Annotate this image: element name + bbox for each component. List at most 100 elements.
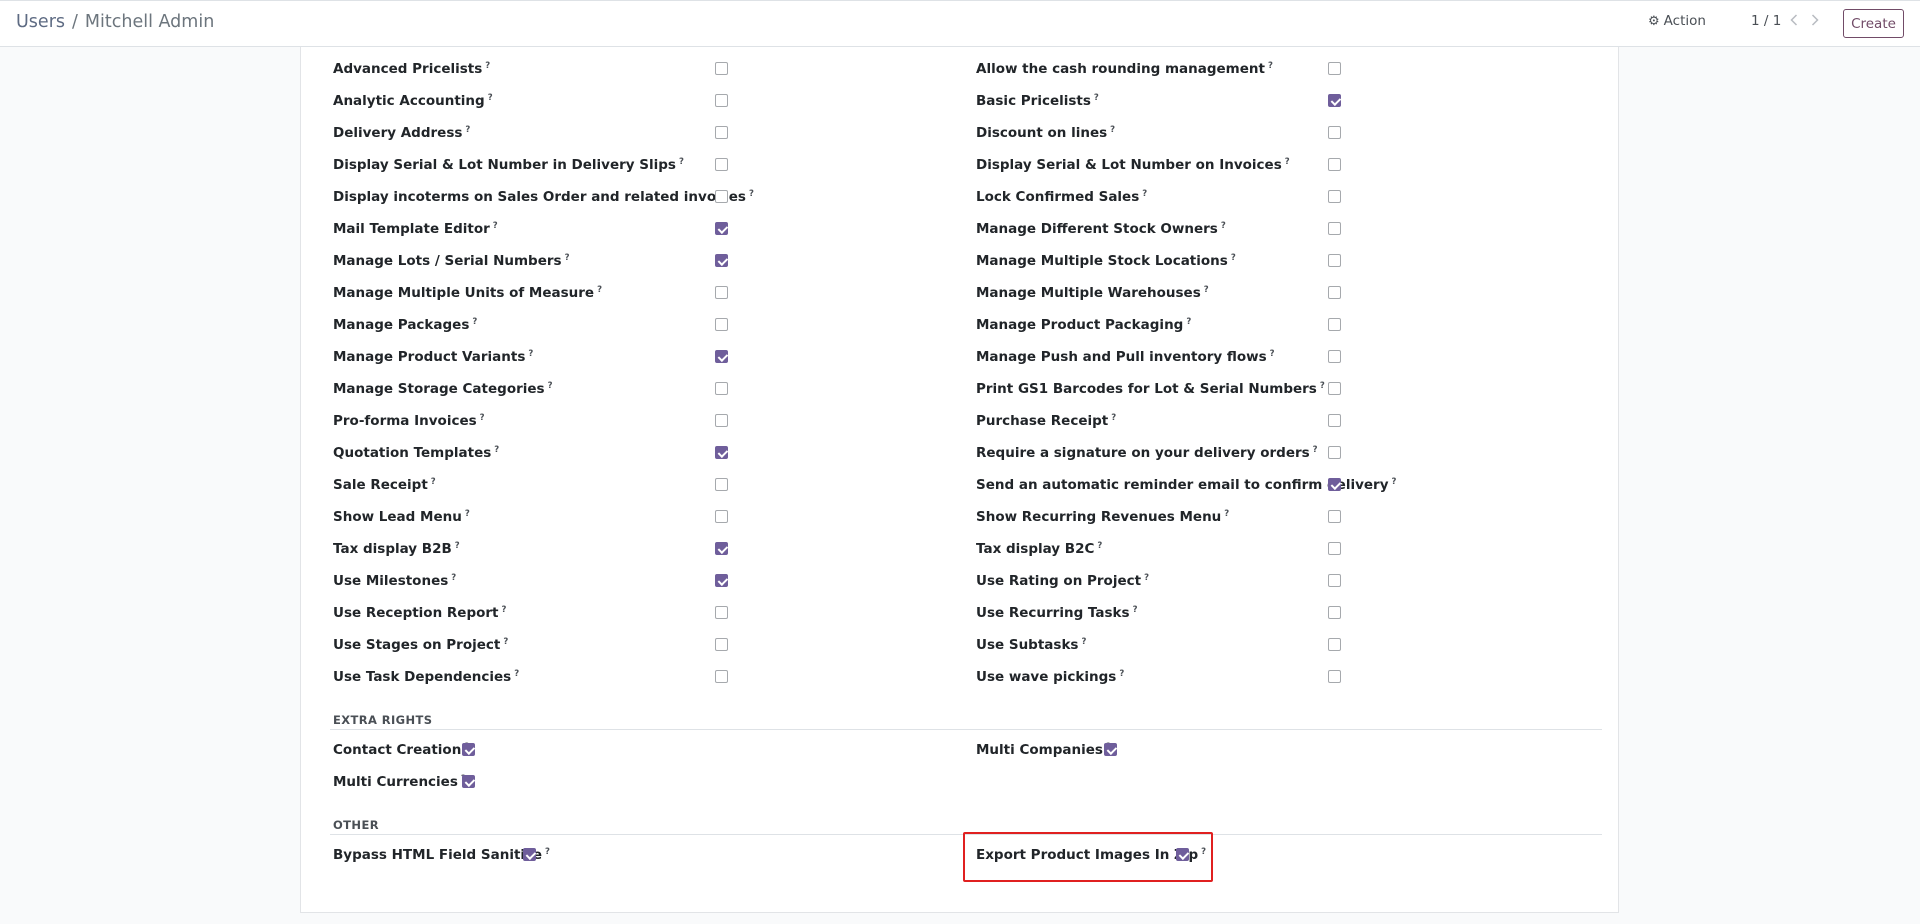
checkbox-manage-lots-serial-numbers[interactable] <box>715 254 728 267</box>
help-tooltip-icon[interactable]: ? <box>528 349 533 359</box>
checkbox-purchase-receipt[interactable] <box>1328 414 1341 427</box>
checkbox-use-reception-report[interactable] <box>715 606 728 619</box>
checkbox-manage-packages[interactable] <box>715 318 728 331</box>
help-tooltip-icon[interactable]: ? <box>431 477 436 487</box>
help-tooltip-icon[interactable]: ? <box>494 445 499 455</box>
checkbox-mail-template-editor[interactable] <box>715 222 728 235</box>
help-tooltip-icon[interactable]: ? <box>514 669 519 679</box>
checkbox-require-a-signature-on-your-delivery-orders[interactable] <box>1328 446 1341 459</box>
checkbox-use-stages-on-project[interactable] <box>715 638 728 651</box>
checkbox-manage-multiple-units-of-measure[interactable] <box>715 286 728 299</box>
pager-previous-button[interactable] <box>1786 10 1802 30</box>
checkbox-analytic-accounting[interactable] <box>715 94 728 107</box>
help-tooltip-icon[interactable]: ? <box>1110 125 1115 135</box>
help-tooltip-icon[interactable]: ? <box>1133 605 1138 615</box>
checkbox-multi-companies[interactable] <box>1104 743 1117 756</box>
field-label-text: Manage Lots / Serial Numbers <box>333 253 562 269</box>
checkbox-discount-on-lines[interactable] <box>1328 126 1341 139</box>
help-tooltip-icon[interactable]: ? <box>1231 253 1236 263</box>
checkbox-tax-display-b2c[interactable] <box>1328 542 1341 555</box>
checkbox-manage-storage-categories[interactable] <box>715 382 728 395</box>
help-tooltip-icon[interactable]: ? <box>1097 541 1102 551</box>
action-button[interactable]: ⚙ Action <box>1648 13 1706 29</box>
help-tooltip-icon[interactable]: ? <box>1119 669 1124 679</box>
help-tooltip-icon[interactable]: ? <box>451 573 456 583</box>
checkbox-sale-receipt[interactable] <box>715 478 728 491</box>
help-tooltip-icon[interactable]: ? <box>1186 317 1191 327</box>
checkbox-send-an-automatic-reminder-email-to-confirm-delivery[interactable] <box>1328 478 1341 491</box>
help-tooltip-icon[interactable]: ? <box>1111 413 1116 423</box>
checkbox-bypass-html-field-sanitize[interactable] <box>523 848 536 861</box>
breadcrumb-users-link[interactable]: Users <box>16 12 65 32</box>
checkbox-manage-product-packaging[interactable] <box>1328 318 1341 331</box>
help-tooltip-icon[interactable]: ? <box>679 157 684 167</box>
checkbox-display-serial-and-lot-number-in-delivery-slips[interactable] <box>715 158 728 171</box>
checkbox-use-subtasks[interactable] <box>1328 638 1341 651</box>
checkbox-manage-different-stock-owners[interactable] <box>1328 222 1341 235</box>
field-label-text: Use Stages on Project <box>333 637 501 653</box>
field-label-text: Tax display B2C <box>976 541 1095 557</box>
create-button[interactable]: Create <box>1843 9 1904 38</box>
checkbox-lock-confirmed-sales[interactable] <box>1328 190 1341 203</box>
help-tooltip-icon[interactable]: ? <box>1204 285 1209 295</box>
checkbox-basic-pricelists[interactable] <box>1328 94 1341 107</box>
help-tooltip-icon[interactable]: ? <box>548 381 553 391</box>
help-tooltip-icon[interactable]: ? <box>597 285 602 295</box>
help-tooltip-icon[interactable]: ? <box>472 317 477 327</box>
checkbox-display-serial-and-lot-number-on-invoices[interactable] <box>1328 158 1341 171</box>
checkbox-show-recurring-revenues-menu[interactable] <box>1328 510 1341 523</box>
help-tooltip-icon[interactable]: ? <box>1285 157 1290 167</box>
help-tooltip-icon[interactable]: ? <box>749 189 754 199</box>
checkbox-pro-forma-invoices[interactable] <box>715 414 728 427</box>
field-label-lock-confirmed-sales: Lock Confirmed Sales? <box>976 188 1147 208</box>
checkbox-use-task-dependencies[interactable] <box>715 670 728 683</box>
checkbox-print-gs1-barcodes-for-lot-and-serial-numbers[interactable] <box>1328 382 1341 395</box>
checkbox-contact-creation[interactable] <box>462 743 475 756</box>
checkbox-manage-push-and-pull-inventory-flows[interactable] <box>1328 350 1341 363</box>
checkbox-use-wave-pickings[interactable] <box>1328 670 1341 683</box>
help-tooltip-icon[interactable]: ? <box>465 125 470 135</box>
help-tooltip-icon[interactable]: ? <box>1320 381 1325 391</box>
help-tooltip-icon[interactable]: ? <box>1224 509 1229 519</box>
help-tooltip-icon[interactable]: ? <box>465 509 470 519</box>
field-label-text: Export Product Images In Zip <box>976 847 1199 863</box>
checkbox-tax-display-b2b[interactable] <box>715 542 728 555</box>
checkbox-display-incoterms-on-sales-order-and-related-invoices[interactable] <box>715 190 728 203</box>
field-label-allow-the-cash-rounding-management: Allow the cash rounding management? <box>976 60 1273 80</box>
help-tooltip-icon[interactable]: ? <box>1392 477 1397 487</box>
checkbox-delivery-address[interactable] <box>715 126 728 139</box>
help-tooltip-icon[interactable]: ? <box>488 93 493 103</box>
help-tooltip-icon[interactable]: ? <box>455 541 460 551</box>
checkbox-advanced-pricelists[interactable] <box>715 62 728 75</box>
checkbox-allow-the-cash-rounding-management[interactable] <box>1328 62 1341 75</box>
checkbox-manage-product-variants[interactable] <box>715 350 728 363</box>
checkbox-manage-multiple-warehouses[interactable] <box>1328 286 1341 299</box>
pager-value[interactable]: 1 / 1 <box>1751 13 1781 29</box>
help-tooltip-icon[interactable]: ? <box>1221 221 1226 231</box>
checkbox-show-lead-menu[interactable] <box>715 510 728 523</box>
help-tooltip-icon[interactable]: ? <box>1142 189 1147 199</box>
checkbox-export-product-images-in-zip[interactable] <box>1176 848 1189 861</box>
checkbox-use-recurring-tasks[interactable] <box>1328 606 1341 619</box>
help-tooltip-icon[interactable]: ? <box>1270 349 1275 359</box>
help-tooltip-icon[interactable]: ? <box>565 253 570 263</box>
checkbox-multi-currencies[interactable] <box>462 775 475 788</box>
help-tooltip-icon[interactable]: ? <box>480 413 485 423</box>
help-tooltip-icon[interactable]: ? <box>1094 93 1099 103</box>
help-tooltip-icon[interactable]: ? <box>1268 61 1273 71</box>
pager-next-button[interactable] <box>1807 10 1823 30</box>
checkbox-use-rating-on-project[interactable] <box>1328 574 1341 587</box>
checkbox-quotation-templates[interactable] <box>715 446 728 459</box>
checkbox-manage-multiple-stock-locations[interactable] <box>1328 254 1341 267</box>
help-tooltip-icon[interactable]: ? <box>485 61 490 71</box>
help-tooltip-icon[interactable]: ? <box>493 221 498 231</box>
help-tooltip-icon[interactable]: ? <box>1144 573 1149 583</box>
help-tooltip-icon[interactable]: ? <box>1201 847 1206 857</box>
field-label-text: Display Serial & Lot Number in Delivery … <box>333 157 676 173</box>
help-tooltip-icon[interactable]: ? <box>1081 637 1086 647</box>
help-tooltip-icon[interactable]: ? <box>1313 445 1318 455</box>
checkbox-use-milestones[interactable] <box>715 574 728 587</box>
help-tooltip-icon[interactable]: ? <box>503 637 508 647</box>
help-tooltip-icon[interactable]: ? <box>502 605 507 615</box>
help-tooltip-icon[interactable]: ? <box>545 847 550 857</box>
